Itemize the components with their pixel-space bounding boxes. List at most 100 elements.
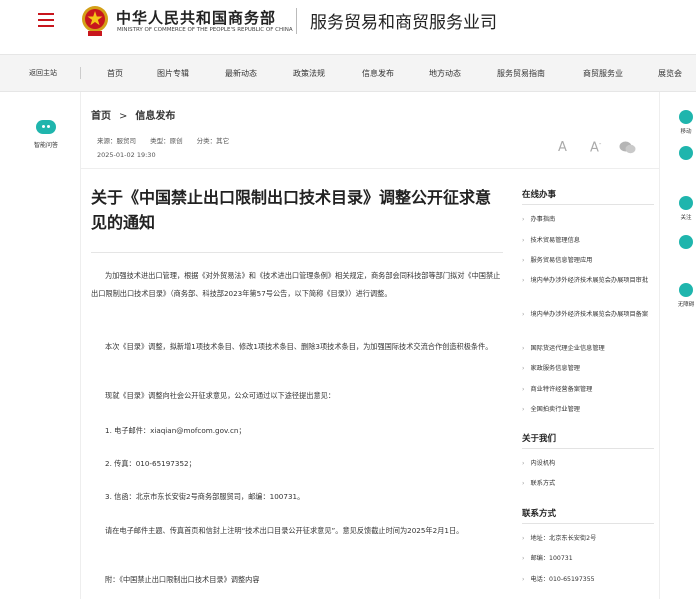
- sidebar-divider: [522, 523, 654, 524]
- assistant-label: 智能问答: [33, 142, 58, 149]
- meta-source: 来源：服贸司: [97, 137, 136, 145]
- nav-item-info-release[interactable]: 信息发布: [362, 68, 394, 79]
- nav-item-exhibitions[interactable]: 展览会: [658, 68, 682, 79]
- sidebar-link-label: 服务贸易信息管理应用: [530, 257, 593, 264]
- ai-assistant-button[interactable]: 智能问答: [30, 120, 62, 149]
- nav-item-policies[interactable]: 政策法规: [293, 68, 325, 79]
- font-shrink-button[interactable]: A-: [590, 140, 601, 155]
- main-nav: 返回主站 首页 图片专辑 最新动态 政策法规 信息发布 地方动态 服务贸易指南 …: [0, 54, 696, 92]
- right-rail: [663, 92, 696, 599]
- rail-icon: [679, 146, 693, 160]
- national-emblem-icon: [82, 6, 108, 36]
- chevron-right-icon: ›: [522, 257, 525, 264]
- title-divider: [91, 252, 503, 253]
- sidebar-link[interactable]: › 联系方式: [522, 477, 656, 490]
- menu-icon[interactable]: [38, 13, 54, 27]
- rail-label: 移动: [680, 129, 692, 135]
- chevron-right-icon: ›: [522, 576, 525, 583]
- article-paragraph: 现就《目录》调整向社会公开征求意见，公众可通过以下途径提出意见：: [105, 391, 336, 400]
- article-paragraph: 请在电子邮件主题、传真首页和信封上注明“技术出口目录公开征求意见”。意见反馈截止…: [105, 526, 464, 535]
- sidebar-link[interactable]: › 服务贸易信息管理应用: [522, 254, 656, 267]
- accessibility-icon: [679, 283, 693, 297]
- font-shrink-sup: -: [598, 140, 602, 148]
- meta-date: 2025-01-02 19:30: [97, 151, 156, 159]
- left-rail: [0, 92, 80, 599]
- font-shrink-label: A: [590, 140, 599, 156]
- sidebar-link-label: 商业特许经营备案管理: [530, 386, 593, 393]
- rail-follow-button[interactable]: 关注: [676, 196, 696, 221]
- article-title: 关于《中国禁止出口限制出口技术目录》调整公开征求意见的通知: [91, 188, 492, 232]
- breadcrumb-separator: >: [119, 111, 128, 122]
- chevron-right-icon: ›: [522, 460, 525, 467]
- contact-postcode: › 邮编：100731: [522, 552, 656, 565]
- sidebar-link[interactable]: › 技术贸易管理信息: [522, 234, 656, 247]
- rail-label: 关注: [680, 215, 692, 221]
- breadcrumb-current[interactable]: 信息发布: [135, 111, 175, 122]
- robot-icon: [36, 120, 56, 134]
- nav-item-news[interactable]: 最新动态: [225, 68, 257, 79]
- breadcrumb: 首页 > 信息发布: [91, 107, 175, 122]
- ministry-name-en: MINISTRY OF COMMERCE OF THE PEOPLE'S REP…: [117, 27, 293, 33]
- sidebar-contact-title: 联系方式: [522, 509, 557, 519]
- sidebar-online-title: 在线办事: [522, 190, 557, 200]
- sidebar-divider: [522, 204, 654, 205]
- article-contact-mail: 3. 信函：北京市东长安街2号商务部服贸司，邮编：100731。: [105, 492, 305, 501]
- rail-accessibility-button[interactable]: 无障碍: [676, 283, 696, 308]
- sidebar-link-label: 境内举办涉外经济技术展览会办展项目备案: [530, 311, 649, 318]
- chevron-right-icon: ›: [522, 480, 525, 487]
- wechat-share-icon[interactable]: [619, 141, 636, 154]
- chevron-right-icon: ›: [522, 365, 525, 372]
- article-paragraph: 为加强技术进出口管理，根据《对外贸易法》和《技术进出口管理条例》相关规定，商务部…: [91, 271, 501, 298]
- nav-divider: [80, 67, 81, 79]
- sidebar-link[interactable]: › 境内举办涉外经济技术展览会办展项目审批: [522, 274, 656, 287]
- chevron-right-icon: ›: [522, 237, 525, 244]
- nav-item-trade-guide[interactable]: 服务贸易指南: [497, 68, 545, 79]
- sidebar-link[interactable]: › 办事指南: [522, 213, 656, 226]
- contact-phone: › 电话：010-65197355: [522, 573, 656, 586]
- sidebar-link-label: 境内举办涉外经济技术展览会办展项目审批: [530, 277, 649, 284]
- article-meta: 来源：服贸司 类型：原创 分类：其它: [97, 135, 241, 145]
- nav-item-albums[interactable]: 图片专辑: [157, 68, 189, 79]
- rail-icon: [679, 235, 693, 249]
- sidebar-link[interactable]: › 商业特许经营备案管理: [522, 383, 656, 396]
- ministry-name[interactable]: 中华人民共和国商务部: [116, 7, 276, 28]
- article-paragraph: 本次《目录》调整，拟新增1项技术条目、修改1项技术条目、删除3项技术条目，为加强…: [105, 342, 493, 351]
- sidebar-link-label: 国际货运代理企业信息管理: [530, 345, 605, 352]
- sidebar-link-label: 内设机构: [530, 460, 556, 467]
- breadcrumb-home[interactable]: 首页: [91, 111, 111, 122]
- nav-item-commerce-services[interactable]: 商贸服务业: [583, 68, 623, 79]
- site-header: 中华人民共和国商务部 MINISTRY OF COMMERCE OF THE P…: [0, 0, 696, 42]
- meta-divider: [80, 168, 660, 169]
- contact-address: › 地址：北京东长安街2号: [522, 532, 656, 545]
- rail-mobile-button[interactable]: 移动: [676, 110, 696, 135]
- sidebar-link[interactable]: › 国际货运代理企业信息管理: [522, 342, 656, 355]
- logo-divider: [296, 8, 297, 34]
- sidebar-divider: [522, 448, 654, 449]
- sidebar-link[interactable]: › 境内举办涉外经济技术展览会办展项目备案: [522, 308, 656, 321]
- rail-button[interactable]: [676, 235, 696, 252]
- nav-item-back-home[interactable]: 返回主站: [29, 68, 57, 78]
- contact-line: 地址：北京东长安街2号: [530, 535, 597, 542]
- font-enlarge-button[interactable]: A: [558, 140, 567, 155]
- rail-button[interactable]: [676, 146, 696, 163]
- sidebar-link-label: 联系方式: [530, 480, 556, 487]
- sidebar-link[interactable]: › 全国拍卖行业管理: [522, 403, 656, 416]
- sidebar-link[interactable]: › 内设机构: [522, 457, 656, 470]
- article-attachment-link[interactable]: 附：《中国禁止出口限制出口技术目录》调整内容: [91, 571, 505, 589]
- sidebar-link-label: 家政服务信息管理: [530, 365, 580, 372]
- mobile-icon: [679, 110, 693, 124]
- chevron-right-icon: ›: [522, 406, 525, 413]
- sidebar-link-label: 技术贸易管理信息: [530, 237, 580, 244]
- nav-item-local-news[interactable]: 地方动态: [429, 68, 461, 79]
- nav-item-home[interactable]: 首页: [107, 68, 123, 79]
- article-contact-fax: 2. 传真：010-65197352；: [105, 459, 196, 468]
- sidebar-link[interactable]: › 家政服务信息管理: [522, 362, 656, 375]
- follow-icon: [679, 196, 693, 210]
- department-title[interactable]: 服务贸易和商贸服务业司: [310, 8, 497, 33]
- chevron-right-icon: ›: [522, 216, 525, 223]
- meta-type: 类型：原创: [150, 137, 183, 145]
- chevron-right-icon: ›: [522, 277, 525, 284]
- sidebar-about-title: 关于我们: [522, 434, 557, 444]
- chevron-right-icon: ›: [522, 386, 525, 393]
- chevron-right-icon: ›: [522, 345, 525, 352]
